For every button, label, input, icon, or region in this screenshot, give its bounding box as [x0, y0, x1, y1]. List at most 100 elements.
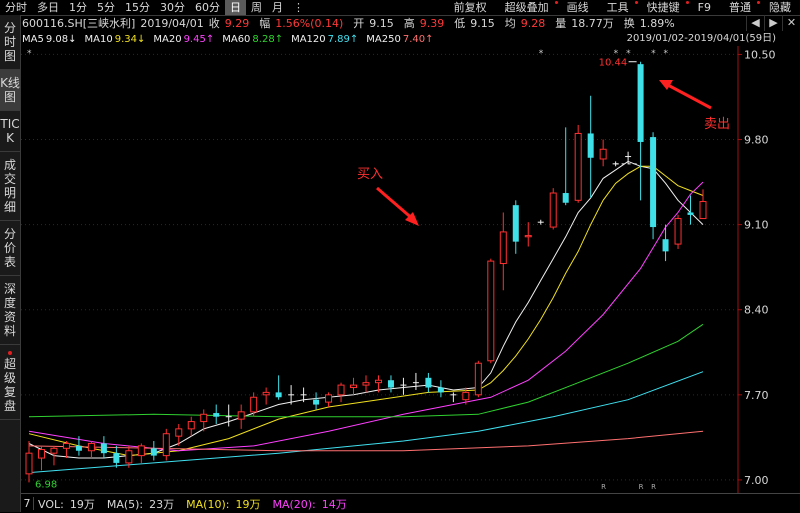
candle-body: [62, 442, 70, 449]
tool-menu-item-1[interactable]: 超级叠加: [496, 0, 558, 15]
y-tick-label: 8.40: [744, 304, 769, 317]
period-toolbar: 分时 多日 1分 5分 15分 30分 60分日周月 ⋮ 前复权 超级叠加 画线 工具 快捷键 F9 普…: [0, 0, 800, 16]
change-label: 幅: [259, 17, 271, 30]
dots-vertical-icon[interactable]: ⋮: [288, 0, 309, 15]
period-tab-7[interactable]: 日: [225, 0, 246, 15]
change-value: 1.56%(0.14): [275, 17, 344, 30]
period-tab-6[interactable]: 60分: [190, 0, 225, 15]
candle-body: [325, 394, 333, 403]
stock-code: 600116.SH[三峡水利]: [22, 17, 136, 30]
close-icon[interactable]: ✕: [782, 15, 800, 31]
left-tab-5[interactable]: 深度资料: [0, 276, 20, 345]
tool-menu-item-7[interactable]: 隐藏: [760, 0, 800, 15]
y-tick-label: 7.70: [744, 389, 769, 402]
candle-body: [87, 442, 95, 452]
period-tab-5[interactable]: 30分: [155, 0, 190, 15]
high-value: 9.39: [419, 17, 445, 30]
quote-line: 600116.SH[三峡水利] 2019/04/01 收 9.29 幅 1.56%(…: [22, 15, 800, 31]
candle-body: [150, 448, 157, 456]
candle-body: [250, 396, 258, 413]
period-tab-1[interactable]: 多日: [32, 0, 64, 15]
candle-body: [437, 387, 444, 393]
left-tab-label: 分价表: [3, 227, 16, 269]
candle-body: [425, 377, 432, 388]
vol-value: 19万: [69, 497, 95, 511]
candle-body: [549, 192, 557, 228]
ma-line-ma250: [28, 430, 704, 452]
vol-ma10-value: 19万: [235, 497, 261, 511]
left-tab-label: TICK: [0, 117, 20, 145]
left-tab-label: 深度资料: [3, 282, 16, 338]
candle-body: [487, 260, 495, 362]
candle-body: [499, 231, 507, 265]
candle-body: [100, 443, 107, 454]
vol-ma10-label: MA(10):: [186, 497, 230, 511]
event-r-icon: R: [639, 483, 644, 491]
avg-value: 9.28: [520, 17, 546, 30]
period-tabs: 分时 多日 1分 5分 15分 30分 60分日周月: [0, 0, 288, 15]
buy-arrow: [376, 186, 415, 222]
candle-body: [213, 413, 220, 417]
ma-legend-label: MA250: [366, 33, 401, 45]
left-tab-3[interactable]: 成交明细: [0, 152, 20, 221]
buy-annotation: 买入: [357, 167, 383, 182]
candle-body: [187, 421, 195, 430]
vol-ma20-value: 14万: [321, 497, 347, 511]
left-tab-1[interactable]: K线图: [0, 70, 20, 111]
prev-arrow-icon[interactable]: ◀: [746, 15, 764, 31]
tool-menu-item-3[interactable]: 工具: [598, 0, 638, 15]
candle-body: [50, 447, 58, 454]
ma-line-ma60: [28, 323, 704, 418]
tool-menu-item-6[interactable]: 普通: [720, 0, 760, 15]
left-tab-6[interactable]: 超级复盘: [0, 345, 20, 420]
ma-legend-value: 8.28↑: [252, 33, 284, 45]
tool-menu-item-0[interactable]: 前复权: [445, 0, 496, 15]
tool-menu-item-2[interactable]: 画线: [558, 0, 598, 15]
panel-number[interactable]: 7: [21, 497, 34, 510]
period-tab-3[interactable]: 5分: [92, 0, 120, 15]
vol-ma20-label: MA(20):: [272, 497, 316, 511]
kline-chart[interactable]: 7.007.708.409.109.8010.50* * * * * *R R R10.446…: [21, 46, 800, 493]
period-tab-9[interactable]: 月: [267, 0, 288, 15]
candle-body: [25, 452, 33, 475]
left-tab-0[interactable]: 分时图: [0, 15, 20, 70]
sell-annotation: 卖出: [704, 117, 730, 132]
left-tab-4[interactable]: 分价表: [0, 221, 20, 276]
event-r-icon: R: [601, 483, 606, 491]
candle-body: [474, 362, 482, 396]
candle-body: [699, 201, 707, 220]
candle-body: [662, 239, 669, 252]
candle-body: [237, 411, 245, 420]
event-star-icon: *: [539, 49, 544, 59]
volume-label: 量: [555, 17, 567, 30]
ma-legend-value: 9.45↑: [183, 33, 215, 45]
period-tab-8[interactable]: 周: [246, 0, 267, 15]
quote-date: 2019/04/01: [140, 16, 204, 30]
candle-body: [162, 433, 170, 457]
window-buttons: ◀ ▶ ✕: [746, 15, 800, 31]
event-star-icon: *: [664, 49, 669, 59]
candle-body: [175, 428, 183, 437]
period-tab-2[interactable]: 1分: [64, 0, 92, 15]
candle-body: [313, 399, 320, 405]
turnover-value: 1.89%: [639, 17, 675, 30]
next-arrow-icon[interactable]: ▶: [764, 15, 782, 31]
ma-line-ma20: [28, 181, 704, 452]
period-tab-0[interactable]: 分时: [0, 0, 32, 15]
date-range: 2019/01/02-2019/04/01(59日): [626, 33, 776, 44]
ma-legend-value: 9.08↓: [45, 33, 77, 45]
y-tick-label: 10.50: [744, 48, 776, 61]
open-value: 9.15: [369, 17, 394, 30]
min-price-label: 6.98: [35, 479, 57, 490]
left-tab-2[interactable]: TICK: [0, 111, 20, 152]
period-tab-4[interactable]: 15分: [120, 0, 155, 15]
sell-arrow: [665, 82, 712, 110]
ma-legend-label: MA20: [153, 33, 182, 45]
candle-body: [113, 453, 120, 463]
tool-menu-item-5[interactable]: F9: [689, 0, 720, 15]
ma-legend-value: 7.89↑: [327, 33, 359, 45]
tool-menu-item-4[interactable]: 快捷键: [638, 0, 689, 15]
vol-ma5-label: MA(5):: [106, 497, 144, 511]
turnover-label: 换: [623, 17, 635, 30]
ma-line-ma10: [28, 165, 704, 457]
